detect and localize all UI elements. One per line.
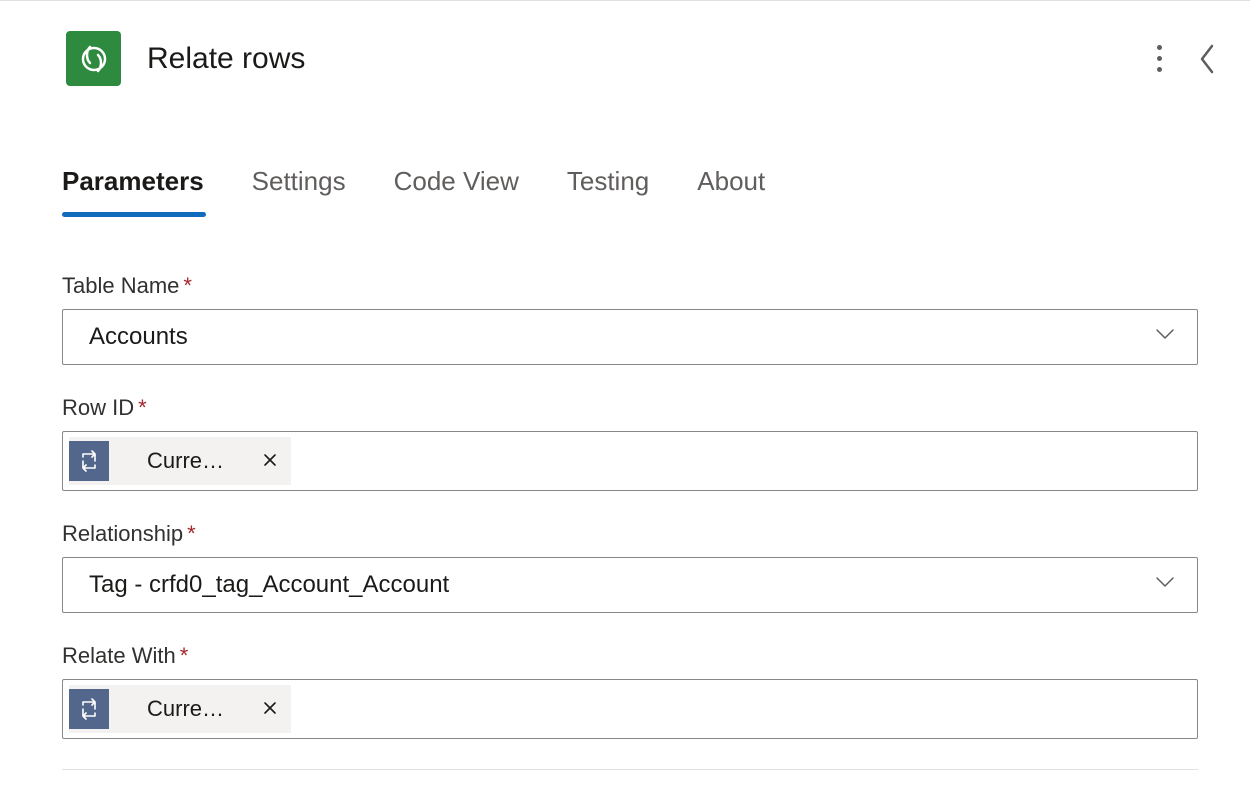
input-relate-with[interactable]: Current i… [62,679,1198,739]
token-remove-button[interactable] [249,451,291,471]
loop-icon [69,441,109,481]
required-indicator: * [180,643,189,668]
label-relationship: Relationship* [62,521,1198,547]
token-remove-button[interactable] [249,699,291,719]
chevron-down-icon [1153,570,1177,601]
close-icon [263,701,277,715]
parameters-form: Table Name* Accounts Row ID* Current i… [0,215,1250,770]
panel-title: Relate rows [147,42,1125,76]
select-value: Accounts [89,323,1153,351]
chevron-left-icon [1196,42,1218,76]
tabs: Parameters Settings Code View Testing Ab… [0,86,1250,215]
token-label: Current i… [109,696,249,722]
collapse-button[interactable] [1194,40,1220,78]
header-actions [1151,39,1220,78]
label-table-name: Table Name* [62,273,1198,299]
field-relationship: Relationship* Tag - crfd0_tag_Account_Ac… [62,521,1198,613]
field-table-name: Table Name* Accounts [62,273,1198,365]
relate-rows-panel: Relate rows Parameters Settings Code Vie… [0,0,1250,770]
tab-parameters[interactable]: Parameters [62,166,204,215]
close-icon [263,453,277,467]
dataverse-icon [66,31,121,86]
divider [62,769,1198,770]
select-relationship[interactable]: Tag - crfd0_tag_Account_Account [62,557,1198,613]
token-current-item[interactable]: Current i… [69,685,291,733]
tab-testing[interactable]: Testing [567,166,649,215]
token-current-item[interactable]: Current i… [69,437,291,485]
required-indicator: * [183,273,192,298]
field-relate-with: Relate With* Current i… [62,643,1198,739]
more-vertical-icon [1153,41,1166,76]
tab-about[interactable]: About [697,166,765,215]
select-value: Tag - crfd0_tag_Account_Account [89,571,1153,599]
required-indicator: * [138,395,147,420]
chevron-down-icon [1153,322,1177,353]
more-options-button[interactable] [1151,39,1168,78]
required-indicator: * [187,521,196,546]
label-relate-with: Relate With* [62,643,1198,669]
token-label: Current i… [109,448,249,474]
label-row-id: Row ID* [62,395,1198,421]
loop-icon [69,689,109,729]
tab-code-view[interactable]: Code View [394,166,519,215]
panel-header: Relate rows [0,1,1250,86]
tab-settings[interactable]: Settings [252,166,346,215]
field-row-id: Row ID* Current i… [62,395,1198,491]
input-row-id[interactable]: Current i… [62,431,1198,491]
select-table-name[interactable]: Accounts [62,309,1198,365]
